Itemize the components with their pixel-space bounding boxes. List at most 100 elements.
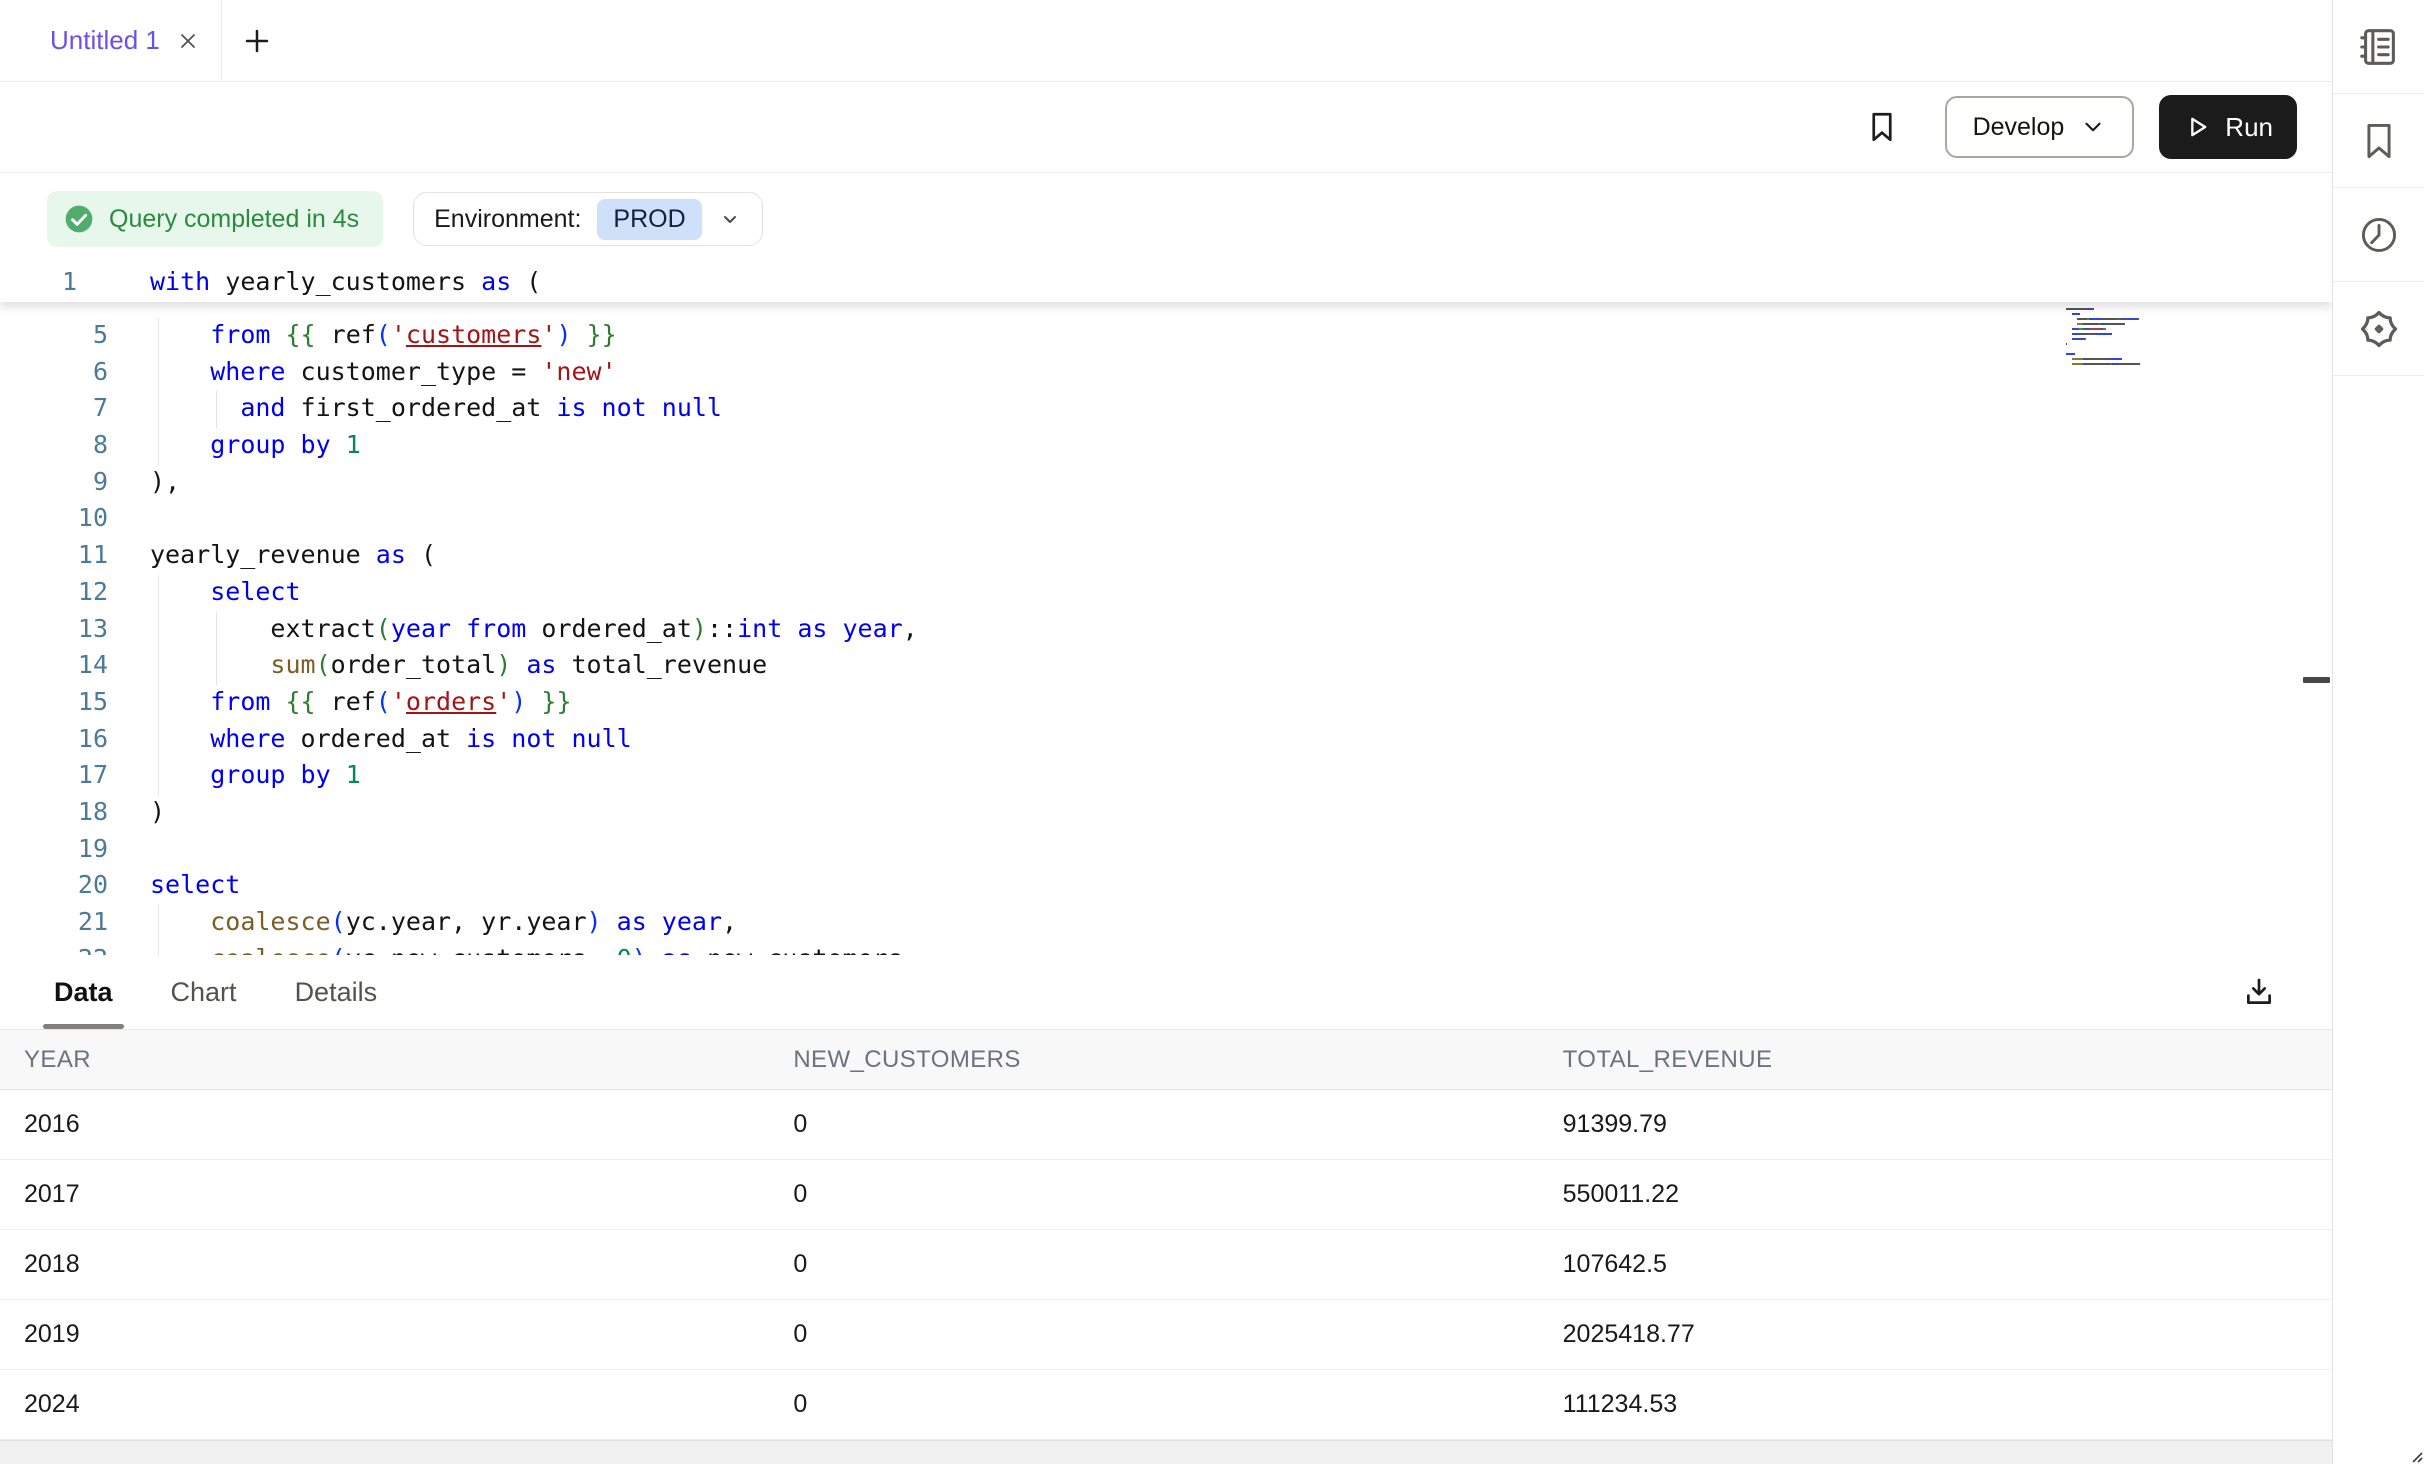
history-clock-icon [2357,213,2401,257]
line-number: 21 [0,907,108,936]
right-icon-sidebar [2332,0,2424,1464]
code-line[interactable]: 20select [0,868,2332,905]
sidebar-item-history[interactable] [2333,188,2424,282]
table-row[interactable]: 20240111234.53 [0,1370,2332,1440]
editor-scrollbar-thumb[interactable] [2303,677,2330,683]
file-tab-untitled-1[interactable]: Untitled 1 [0,0,222,81]
tab-bar: Untitled 1 [0,0,2332,82]
table-cell: 2016 [24,1110,793,1139]
code-line[interactable]: 21 coalesce(yc.year, yr.year) as year, [0,905,2332,942]
table-cell: 107642.5 [1563,1250,2332,1279]
file-tab-label: Untitled 1 [50,25,160,56]
new-tab-button[interactable] [222,0,292,81]
sidebar-item-notebook[interactable] [2333,0,2424,94]
bookmark-icon [2357,119,2401,163]
chevron-down-icon [2080,114,2106,140]
line-number: 22 [0,944,108,955]
table-cell: 111234.53 [1563,1390,2332,1419]
table-cell: 2024 [24,1390,793,1419]
column-header: TOTAL_REVENUE [1563,1046,2332,1074]
status-row: Query completed in 4s Environment: PROD [0,173,2332,265]
code-line[interactable]: 22 coalesce(yc.new_customers, 0) as new_… [0,942,2332,955]
table-cell: 2025418.77 [1563,1320,2332,1349]
line-number: 6 [0,357,108,386]
success-check-icon [63,203,95,235]
code-line[interactable]: 17 group by 1 [0,758,2332,795]
line-number: 8 [0,430,108,459]
table-cell: 2017 [24,1180,793,1209]
line-number: 9 [0,467,108,496]
app-window: Untitled 1 Develop [0,0,2424,1464]
editor-toolbar: Develop Run [0,82,2332,173]
results-tab-data[interactable]: Data [52,955,115,1029]
sidebar-item-dbt[interactable] [2333,282,2424,376]
plus-icon [242,26,272,56]
query-status-text: Query completed in 4s [109,205,359,234]
code-line[interactable]: 6 where customer_type = 'new' [0,355,2332,392]
results-tab-chart[interactable]: Chart [169,955,239,1029]
table-cell: 0 [793,1390,1562,1419]
dbt-logo-icon [2356,306,2402,352]
code-line[interactable]: 15 from {{ ref('orders') }} [0,685,2332,722]
main-column: Untitled 1 Develop [0,0,2332,1464]
line-number: 16 [0,724,108,753]
code-line[interactable]: 10 [0,501,2332,538]
code-line[interactable]: 9), [0,465,2332,502]
results-table-body: 2016091399.7920170550011.2220180107642.5… [0,1090,2332,1440]
table-cell: 0 [793,1180,1562,1209]
line-number: 5 [0,320,108,349]
line-number: 20 [0,870,108,899]
environment-label: Environment: [434,205,581,234]
code-line[interactable]: 18) [0,795,2332,832]
code-line[interactable]: 13 extract(year from ordered_at)::int as… [0,612,2332,649]
table-cell: 0 [793,1320,1562,1349]
sticky-line-number: 1 [62,267,77,296]
table-row[interactable]: 20170550011.22 [0,1160,2332,1230]
editor-lines: 5 from {{ ref('customers') }}6 where cus… [0,318,2332,955]
sticky-scroll-line[interactable]: 1 with yearly_customers as ( [0,265,2332,302]
line-number: 11 [0,540,108,569]
table-cell: 91399.79 [1563,1110,2332,1139]
horizontal-scrollbar-track[interactable] [0,1440,2332,1464]
table-cell: 0 [793,1110,1562,1139]
environment-selector[interactable]: Environment: PROD [413,192,763,246]
sticky-line-code: with yearly_customers as ( [150,267,541,296]
code-line[interactable]: 8 group by 1 [0,428,2332,465]
table-cell: 2019 [24,1320,793,1349]
code-line[interactable]: 12 select [0,575,2332,612]
code-line[interactable]: 19 [0,832,2332,869]
code-line[interactable]: 11yearly_revenue as ( [0,538,2332,575]
line-number: 17 [0,760,108,789]
line-number: 7 [0,393,108,422]
results-tab-details[interactable]: Details [293,955,380,1029]
table-row[interactable]: 20180107642.5 [0,1230,2332,1300]
chevron-down-icon [718,207,742,231]
code-line[interactable]: 14 sum(order_total) as total_revenue [0,648,2332,685]
sidebar-item-bookmarks[interactable] [2333,94,2424,188]
resize-corner-icon[interactable] [2407,1447,2423,1463]
code-line[interactable]: 5 from {{ ref('customers') }} [0,318,2332,355]
results-table-header: YEARNEW_CUSTOMERSTOTAL_REVENUE [0,1030,2332,1090]
code-line[interactable]: 7 and first_ordered_at is not null [0,391,2332,428]
table-row[interactable]: 201902025418.77 [0,1300,2332,1370]
table-cell: 0 [793,1250,1562,1279]
run-label: Run [2225,112,2273,143]
sql-code-editor[interactable]: 1 with yearly_customers as ( 5 from {{ r… [0,265,2332,955]
results-panel: Data Chart Details YEARNEW_CUSTOMERSTOTAL_… [0,955,2332,1464]
line-number: 12 [0,577,108,606]
results-tab-bar: Data Chart Details [0,955,2332,1030]
download-results-button[interactable] [2242,975,2276,1009]
run-button[interactable]: Run [2159,95,2297,159]
code-line[interactable]: 16 where ordered_at is not null [0,722,2332,759]
table-cell: 2018 [24,1250,793,1279]
close-tab-icon[interactable] [176,29,200,53]
table-row[interactable]: 2016091399.79 [0,1090,2332,1160]
bookmark-button[interactable] [1857,97,1907,157]
bookmark-icon [1864,109,1900,145]
develop-dropdown[interactable]: Develop [1945,96,2135,158]
line-number: 19 [0,834,108,863]
download-icon [2242,975,2276,1009]
table-cell: 550011.22 [1563,1180,2332,1209]
play-icon [2183,113,2211,141]
line-number: 18 [0,797,108,826]
